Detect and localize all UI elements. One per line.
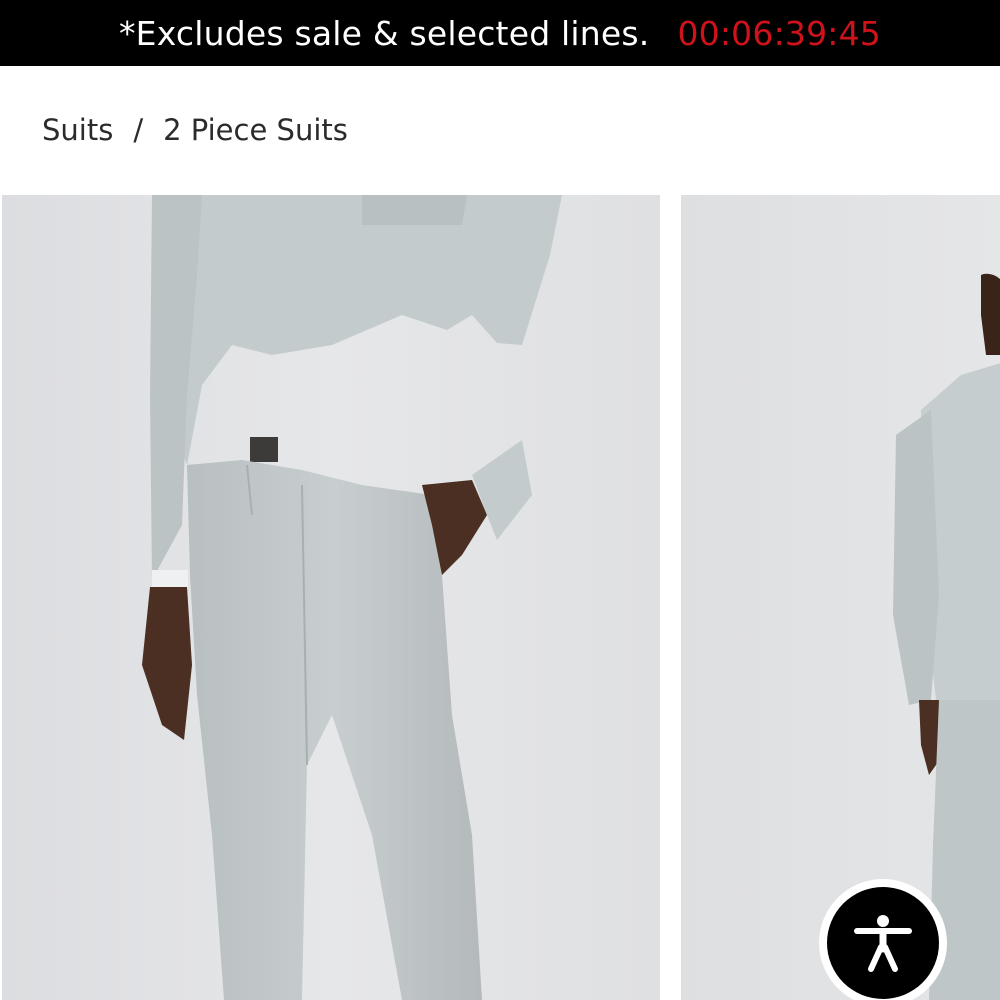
accessibility-button-inner	[827, 887, 939, 999]
promo-message: *Excludes sale & selected lines.	[118, 13, 650, 53]
breadcrumb: Suits / 2 Piece Suits	[42, 108, 348, 152]
breadcrumb-item-2-piece-suits[interactable]: 2 Piece Suits	[163, 113, 348, 147]
promo-banner: *Excludes sale & selected lines. 00:06:3…	[0, 0, 1000, 66]
product-image-back[interactable]	[681, 195, 1000, 1000]
breadcrumb-separator: /	[133, 113, 144, 147]
product-gallery[interactable]	[0, 195, 1000, 1000]
product-image-front[interactable]	[2, 195, 660, 1000]
breadcrumb-item-suits[interactable]: Suits	[42, 113, 113, 147]
countdown-timer: 00:06:39:45	[677, 13, 881, 53]
accessibility-button[interactable]	[819, 879, 947, 1000]
accessibility-icon	[854, 915, 912, 972]
